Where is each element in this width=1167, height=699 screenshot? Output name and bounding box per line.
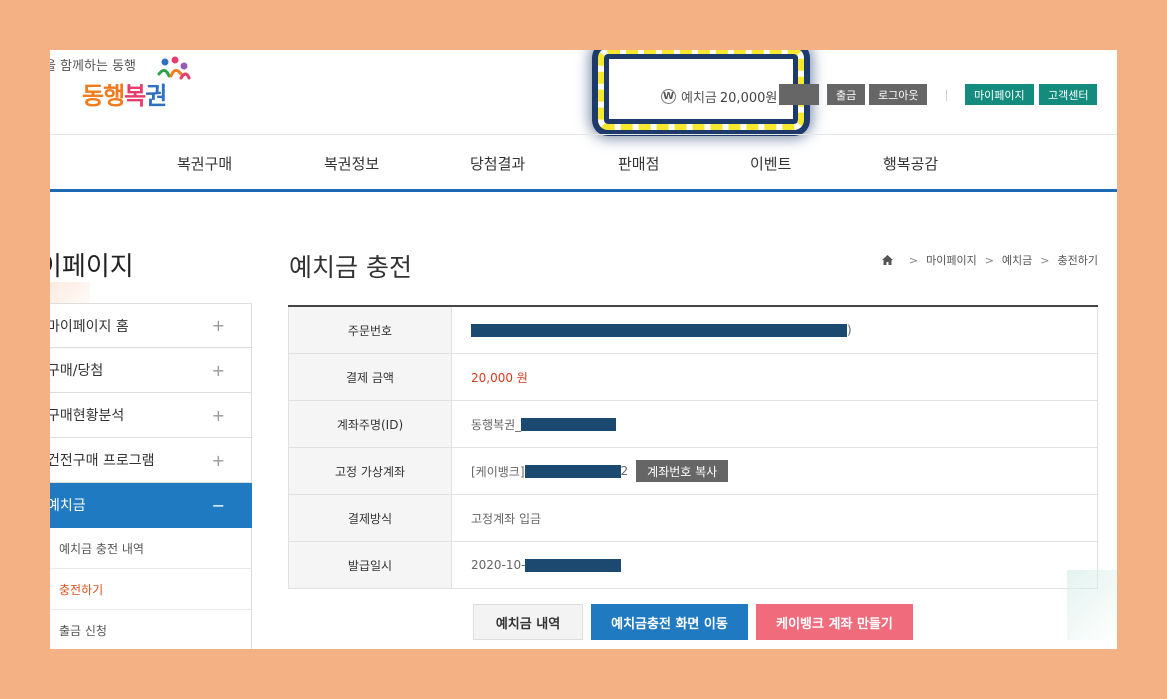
charge-screen-button[interactable]: 예치금충전 화면 이동: [591, 604, 748, 640]
row-value-virtual-account: [케이뱅크] 2 계좌번호 복사: [452, 448, 1098, 494]
row-label-payment-method: 결제방식: [288, 495, 452, 541]
deposit-amount: 20,000원: [719, 90, 778, 106]
row-label-amount: 결제 금액: [288, 354, 452, 400]
plus-icon: +: [211, 450, 225, 470]
nav-events[interactable]: 이벤트: [750, 153, 791, 174]
breadcrumb-mypage[interactable]: 마이페이지: [926, 252, 977, 268]
table-row: 결제 금액 20,000 원: [288, 354, 1098, 401]
row-value-amount: 20,000 원: [452, 354, 1098, 400]
plus-icon: +: [211, 360, 225, 380]
support-button[interactable]: 고객센터: [1039, 84, 1098, 105]
sidebar-item-healthy-program[interactable]: 건전구매 프로그램 +: [50, 438, 252, 483]
issue-date-prefix: 2020-10-: [471, 558, 526, 572]
logo-mark-icon: [157, 56, 191, 80]
sidebar-item-label: 예치금: [50, 498, 86, 514]
table-row: 발급일시 2020-10-: [288, 542, 1098, 589]
row-value-issue-date: 2020-10-: [452, 542, 1098, 588]
logo-part-1: 동행: [82, 82, 125, 110]
breadcrumb-deposit[interactable]: 예치금: [1002, 252, 1032, 268]
logo-part-2: 복: [124, 82, 146, 110]
plus-icon: +: [211, 405, 225, 425]
row-label-issue-date: 발급일시: [288, 542, 452, 588]
redacted-block: [521, 417, 617, 431]
table-row: 주문번호 ): [288, 307, 1098, 354]
table-row: 계좌주명(ID) 동행복권_: [288, 401, 1098, 448]
mypage-button[interactable]: 마이페이지: [965, 84, 1034, 105]
row-label-order-number: 주문번호: [288, 307, 452, 353]
sidebar-item-label: 건전구매 프로그램: [50, 453, 155, 469]
header-divider-line: [50, 134, 1117, 135]
row-value-account-holder: 동행복권_: [452, 401, 1098, 447]
bank-name: [케이뱅크]: [471, 464, 525, 479]
deposit-history-button[interactable]: 예치금 내역: [473, 604, 583, 640]
nav-happiness[interactable]: 행복공감: [883, 153, 938, 174]
redacted-block: [525, 558, 622, 572]
nav-lottery-info[interactable]: 복권정보: [324, 153, 379, 174]
sidebar-item-label: 마이페이지 홈: [50, 318, 129, 335]
table-row: 결제방식 고정계좌 입금: [288, 495, 1098, 542]
table-row: 고정 가상계좌 [케이뱅크] 2 계좌번호 복사: [288, 448, 1098, 495]
redacted-block: [524, 464, 621, 478]
logout-button[interactable]: 로그아웃: [869, 84, 928, 105]
sidebar-item-label: 구매/당첨: [50, 363, 104, 379]
row-value-order-number: ): [452, 307, 1098, 353]
plus-icon: +: [211, 316, 225, 335]
chevron-right-icon: >: [1040, 253, 1050, 267]
sidebar-item-purchase-win[interactable]: 구매/당첨 +: [50, 348, 252, 393]
sidebar-menu: 마이페이지 홈 + 구매/당첨 + 구매현황분석 + 건전구매 프로그램 + 예…: [50, 303, 252, 649]
row-label-account-holder: 계좌주명(ID): [288, 401, 452, 447]
copy-account-button[interactable]: 계좌번호 복사: [636, 460, 729, 482]
chevron-right-icon: >: [984, 253, 994, 267]
sidebar-item-mypage-home[interactable]: 마이페이지 홈 +: [50, 303, 252, 348]
nav-results[interactable]: 당첨결과: [470, 153, 525, 174]
order-number-suffix: ): [847, 323, 852, 337]
redacted-block: [471, 323, 847, 337]
charge-info-table: 주문번호 ) 결제 금액 20,000 원 계좌주명(ID) 동행복권_ 고정 …: [288, 305, 1098, 589]
deposit-label: 예치금: [681, 90, 717, 106]
kbank-account-button[interactable]: 케이뱅크 계좌 만들기: [756, 604, 913, 640]
row-value-payment-method: 고정계좌 입금: [452, 495, 1098, 541]
account-suffix: 2: [620, 464, 629, 478]
breadcrumb: > 마이페이지 > 예치금 > 충전하기: [881, 252, 1098, 268]
deposit-balance: W 예치금 20,000원: [661, 86, 777, 106]
sidebar-title: 이페이지: [50, 252, 134, 282]
header-hidden-button[interactable]: [779, 84, 819, 105]
action-buttons: 예치금 내역 예치금충전 화면 이동 케이뱅크 계좌 만들기: [50, 604, 1117, 640]
sidebar-item-purchase-analysis[interactable]: 구매현황분석 +: [50, 393, 252, 438]
home-icon[interactable]: [881, 255, 893, 265]
account-holder-prefix: 동행복권_: [471, 417, 522, 432]
won-icon: W: [661, 88, 676, 104]
header-divider: [946, 90, 947, 101]
logo-tagline: 을 함께하는 동행: [50, 59, 136, 74]
breadcrumb-charge[interactable]: 충전하기: [1058, 252, 1098, 268]
page: 을 함께하는 동행 동행복권 W 예치금 20,000원 출금 로그아웃 마이페…: [50, 50, 1117, 649]
sidebar-item-label: 구매현황분석: [50, 408, 125, 424]
nav-underline: [50, 189, 1117, 192]
nav-stores[interactable]: 판매점: [618, 153, 659, 174]
withdraw-button[interactable]: 출금: [827, 84, 866, 105]
page-title: 예치금 충전: [289, 253, 412, 282]
minus-icon: −: [211, 495, 225, 515]
sidebar-subitem-charge-history[interactable]: 예치금 충전 내역: [50, 528, 252, 569]
row-label-virtual-account: 고정 가상계좌: [288, 448, 452, 494]
sidebar-item-deposit[interactable]: 예치금 −: [50, 483, 252, 528]
nav-lottery-buy[interactable]: 복권구매: [177, 153, 232, 174]
chevron-right-icon: >: [908, 253, 919, 267]
